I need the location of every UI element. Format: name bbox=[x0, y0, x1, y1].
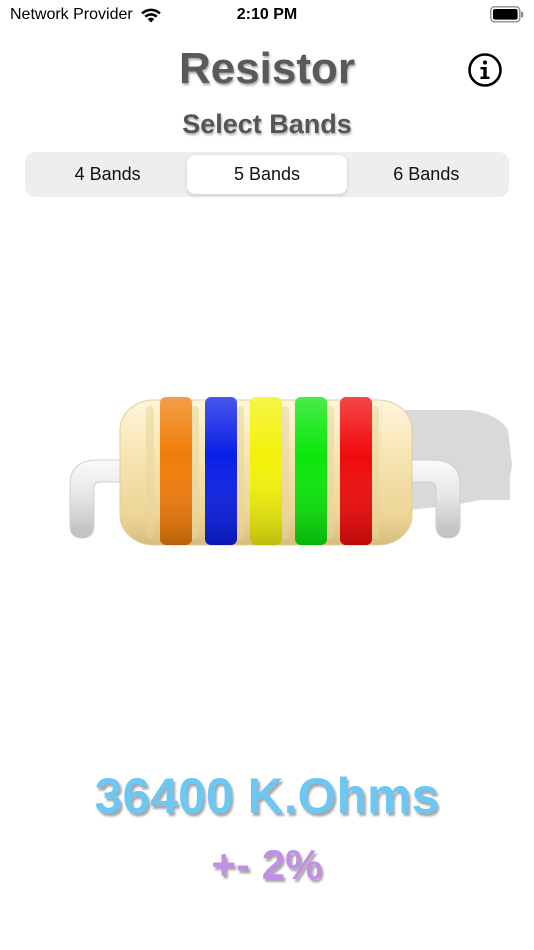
segment-5-bands[interactable]: 5 Bands bbox=[187, 155, 347, 194]
resistor-illustration bbox=[60, 380, 520, 570]
page-title: Resistor bbox=[178, 44, 356, 93]
body-ridge bbox=[236, 406, 244, 539]
band-shading bbox=[295, 397, 327, 545]
band-shading bbox=[160, 397, 192, 545]
body-ridge bbox=[191, 406, 199, 539]
status-bar: Network Provider 2:10 PM bbox=[0, 0, 534, 32]
body-ridge bbox=[281, 406, 289, 539]
band-count-selector: 4 Bands 5 Bands 6 Bands bbox=[25, 152, 509, 197]
resistor-graphic bbox=[69, 397, 512, 546]
resistor-bands bbox=[160, 397, 372, 545]
band-shading bbox=[205, 397, 237, 545]
body-ridge bbox=[146, 406, 154, 539]
left-lead bbox=[69, 459, 123, 539]
info-icon[interactable] bbox=[467, 52, 503, 88]
battery-icon bbox=[490, 6, 524, 23]
band-shading bbox=[340, 397, 372, 545]
tolerance-value: +- 2% bbox=[211, 841, 323, 888]
select-bands-label: Select Bands bbox=[182, 109, 352, 139]
segment-6-bands[interactable]: 6 Bands bbox=[347, 155, 506, 194]
status-time: 2:10 PM bbox=[236, 6, 298, 23]
body-ridge bbox=[326, 406, 334, 539]
resistance-value: 36400 K.Ohms bbox=[94, 768, 440, 824]
band-shading bbox=[250, 397, 282, 545]
segment-4-bands[interactable]: 4 Bands bbox=[28, 155, 187, 194]
body-ridge bbox=[371, 406, 379, 539]
